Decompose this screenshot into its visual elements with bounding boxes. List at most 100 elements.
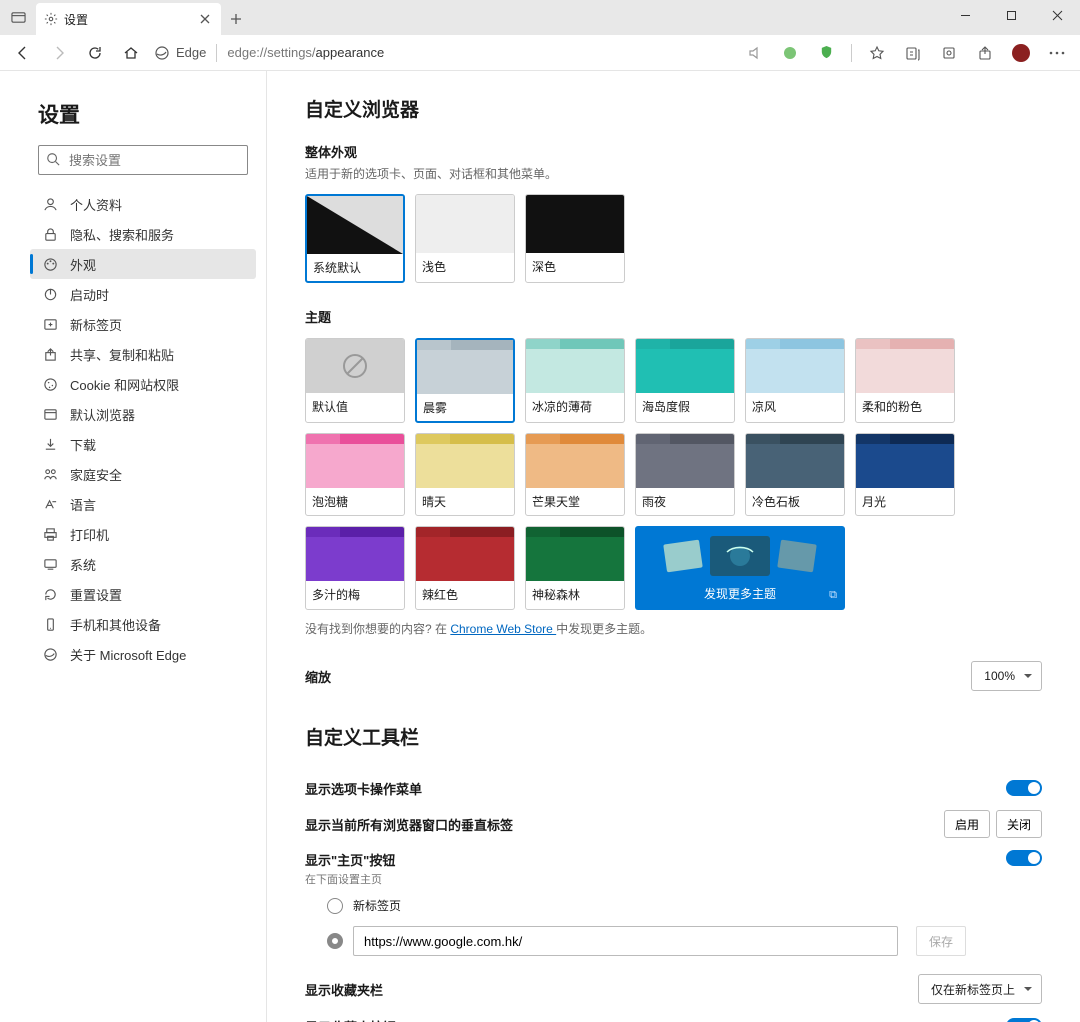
sidebar-item-phone[interactable]: 手机和其他设备: [30, 609, 256, 639]
theme-tile[interactable]: 默认值: [305, 338, 405, 423]
sidebar-item-edge[interactable]: 关于 Microsoft Edge: [30, 639, 256, 669]
zoom-select[interactable]: 100%: [971, 661, 1042, 691]
appearance-mode-light[interactable]: 浅色: [415, 194, 515, 283]
sidebar-item-label: Cookie 和网站权限: [70, 375, 179, 394]
url-text: edge://settings/appearance: [227, 45, 384, 60]
theme-label: 月光: [856, 488, 954, 515]
vtabs-disable-button[interactable]: 关闭: [996, 810, 1042, 838]
theme-tile[interactable]: 柔和的粉色: [855, 338, 955, 423]
sidebar-item-newtab[interactable]: 新标签页: [30, 309, 256, 339]
sidebar-item-label: 语言: [70, 495, 96, 514]
sidebar-item-system[interactable]: 系统: [30, 549, 256, 579]
more-button[interactable]: [1040, 38, 1074, 68]
sidebar-item-lock[interactable]: 隐私、搜索和服务: [30, 219, 256, 249]
ext-shield-icon[interactable]: [809, 38, 843, 68]
theme-label: 神秘森林: [526, 581, 624, 608]
search-settings-input[interactable]: [38, 145, 248, 175]
sidebar-item-user[interactable]: 个人资料: [30, 189, 256, 219]
theme-tile[interactable]: 冰凉的薄荷: [525, 338, 625, 423]
back-button[interactable]: [6, 38, 40, 68]
theme-tile[interactable]: 雨夜: [635, 433, 735, 516]
share-button[interactable]: [968, 38, 1002, 68]
theme-tile[interactable]: 海岛度假: [635, 338, 735, 423]
tab-title: 设置: [64, 11, 88, 28]
theme-tile[interactable]: 凉风: [745, 338, 845, 423]
close-tab-button[interactable]: [197, 11, 213, 27]
discover-more-themes[interactable]: 发现更多主题⧉: [635, 526, 845, 610]
fav-bar-select[interactable]: 仅在新标签页上: [918, 974, 1042, 1004]
fav-bar-label: 显示收藏夹栏: [305, 980, 383, 999]
vtabs-enable-button[interactable]: 启用: [944, 810, 990, 838]
sidebar-item-label: 启动时: [70, 285, 109, 304]
new-tab-button[interactable]: [221, 4, 251, 34]
theme-tile[interactable]: 神秘森林: [525, 526, 625, 610]
extensions-button[interactable]: [932, 38, 966, 68]
theme-tile[interactable]: 晨雾: [415, 338, 515, 423]
phone-icon: [42, 617, 58, 632]
theme-label: 柔和的粉色: [856, 393, 954, 420]
tab-manager-button[interactable]: [0, 0, 36, 35]
home-button-label: 显示"主页"按钮: [305, 850, 395, 869]
sidebar-item-label: 默认浏览器: [70, 405, 135, 424]
window-close-button[interactable]: [1034, 0, 1080, 30]
family-icon: [42, 467, 58, 482]
home-button-toggle[interactable]: [1006, 850, 1042, 866]
sidebar-item-share[interactable]: 共享、复制和粘贴: [30, 339, 256, 369]
theme-title: 主题: [305, 307, 1042, 326]
browser-toolbar: Edge edge://settings/appearance: [0, 35, 1080, 71]
sidebar-item-reset[interactable]: 重置设置: [30, 579, 256, 609]
browser-tab[interactable]: 设置: [36, 3, 221, 35]
theme-tile[interactable]: 泡泡糖: [305, 433, 405, 516]
printer-icon: [42, 527, 58, 542]
theme-tile[interactable]: 多汁的梅: [305, 526, 405, 610]
window-maximize-button[interactable]: [988, 0, 1034, 30]
sidebar-item-download[interactable]: 下载: [30, 429, 256, 459]
appearance-mode-dark[interactable]: 深色: [525, 194, 625, 283]
ext-green-dot[interactable]: [773, 38, 807, 68]
external-link-icon: ⧉: [829, 589, 837, 602]
home-button-sub: 在下面设置主页: [305, 871, 395, 887]
chrome-web-store-note: 没有找到你想要的内容? 在 Chrome Web Store 中发现更多主题。: [305, 620, 1042, 637]
sidebar-item-lang[interactable]: 语言: [30, 489, 256, 519]
theme-tile[interactable]: 辣红色: [415, 526, 515, 610]
tab-actions-toggle[interactable]: [1006, 780, 1042, 796]
theme-tile[interactable]: 芒果天堂: [525, 433, 625, 516]
newtab-icon: [42, 317, 58, 332]
overall-appearance-title: 整体外观: [305, 142, 1042, 161]
theme-label: 默认值: [306, 393, 404, 420]
profile-button[interactable]: [1004, 38, 1038, 68]
window-minimize-button[interactable]: [942, 0, 988, 30]
sidebar-item-brush[interactable]: 外观: [30, 249, 256, 279]
theme-label: 冰凉的薄荷: [526, 393, 624, 420]
collections-button[interactable]: [896, 38, 930, 68]
theme-tile[interactable]: 冷色石板: [745, 433, 845, 516]
appearance-mode-split[interactable]: 系统默认: [305, 194, 405, 283]
chrome-web-store-link[interactable]: Chrome Web Store: [450, 622, 556, 636]
settings-sidebar: 设置 个人资料隐私、搜索和服务外观启动时新标签页共享、复制和粘贴Cookie 和…: [0, 71, 267, 1022]
favorites-button[interactable]: [860, 38, 894, 68]
sidebar-item-browser[interactable]: 默认浏览器: [30, 399, 256, 429]
home-url-radio[interactable]: [327, 933, 343, 949]
home-url-input[interactable]: [353, 926, 898, 956]
sidebar-item-cookie[interactable]: Cookie 和网站权限: [30, 369, 256, 399]
home-url-save-button[interactable]: 保存: [916, 926, 966, 956]
fav-btn-toggle[interactable]: [1006, 1018, 1042, 1022]
customize-toolbar-heading: 自定义工具栏: [305, 723, 1042, 750]
home-newtab-radio-label: 新标签页: [353, 897, 401, 914]
refresh-button[interactable]: [78, 38, 112, 68]
home-newtab-radio[interactable]: [327, 898, 343, 914]
read-aloud-button[interactable]: [737, 38, 771, 68]
theme-tile[interactable]: 晴天: [415, 433, 515, 516]
zoom-label: 缩放: [305, 667, 331, 686]
home-button[interactable]: [114, 38, 148, 68]
sidebar-item-printer[interactable]: 打印机: [30, 519, 256, 549]
theme-tile[interactable]: 月光: [855, 433, 955, 516]
sidebar-item-power[interactable]: 启动时: [30, 279, 256, 309]
appearance-mode-label: 浅色: [416, 253, 514, 280]
theme-label: 辣红色: [416, 581, 514, 608]
address-bar[interactable]: Edge edge://settings/appearance: [154, 44, 384, 62]
theme-label: 冷色石板: [746, 488, 844, 515]
customize-browser-heading: 自定义浏览器: [305, 95, 1042, 122]
sidebar-item-family[interactable]: 家庭安全: [30, 459, 256, 489]
forward-button[interactable]: [42, 38, 76, 68]
